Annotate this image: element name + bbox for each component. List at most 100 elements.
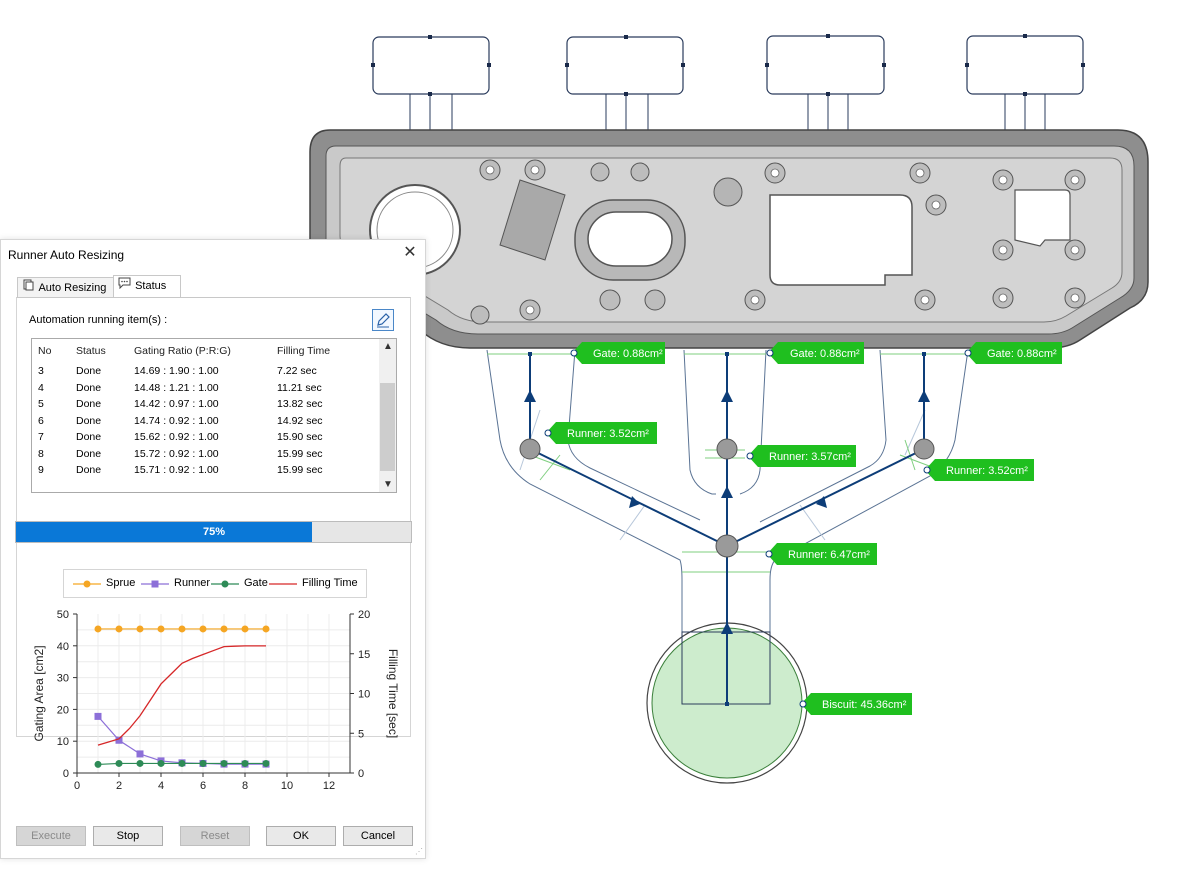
svg-text:Runner: 3.52cm²: Runner: 3.52cm² [946,465,1028,477]
data-point-gate [178,759,186,767]
tab-status[interactable]: Status [113,275,181,299]
table-row[interactable]: 9 Done 15.71 : 0.92 : 1.00 15.99 sec [32,462,378,478]
progress-text: 75% [202,526,226,538]
x-tick-label: 12 [323,780,335,792]
runner-label-right[interactable]: Runner: 3.52cm² [923,459,1034,481]
y-tick-label-left: 30 [57,673,69,685]
y-tick-label-right: 15 [358,649,370,661]
pencil-icon [377,313,390,328]
running-items-label: Automation running item(s) : [29,314,168,326]
data-point-runner [115,736,123,744]
data-point-sprue [220,625,228,633]
close-icon[interactable]: ✕ [401,244,419,262]
y-tick-label-left: 0 [63,768,69,780]
execute-button[interactable]: Execute [16,826,86,846]
cell-time: 15.90 sec [277,431,323,443]
resize-grip-icon[interactable]: ⋰ [415,847,423,856]
overflow-connectors [409,94,1046,130]
data-point-gate [136,759,144,767]
y-axis-label-right: Filling Time [sec] [386,649,400,738]
data-point-gate [262,759,270,767]
legend-label-filling-time: Filling Time [302,577,358,589]
chevron-down-icon[interactable]: ▼ [383,479,393,490]
col-header-filling-time[interactable]: Filling Time [277,345,330,357]
data-point-gate [115,759,123,767]
x-tick-label: 0 [74,780,80,792]
col-header-gating-ratio[interactable]: Gating Ratio (P:R:G) [134,345,231,357]
svg-text:Runner: 3.57cm²: Runner: 3.57cm² [769,451,851,463]
data-point-sprue [157,625,165,633]
data-point-gate [199,759,207,767]
tab-auto-resizing[interactable]: Auto Resizing [17,277,119,298]
data-point-gate [220,759,228,767]
gate-label-2[interactable]: Gate: 0.88cm² [766,342,864,364]
data-point-sprue [136,625,144,633]
data-point-gate [157,759,165,767]
col-header-no[interactable]: No [38,345,51,357]
chevron-up-icon[interactable]: ▲ [383,341,393,352]
cell-ratio: 14.74 : 0.92 : 1.00 [134,414,219,427]
data-point-runner [136,750,144,758]
col-header-status[interactable]: Status [76,345,106,357]
svg-text:Runner: 3.52cm²: Runner: 3.52cm² [567,428,649,440]
edit-button[interactable] [372,309,394,331]
gate-label-3[interactable]: Gate: 0.88cm² [964,342,1062,364]
table-row[interactable]: 4 Done 14.48 : 1.21 : 1.00 11.21 sec [32,380,378,396]
cell-ratio: 15.62 : 0.92 : 1.00 [134,431,219,443]
y-tick-label-right: 5 [358,728,364,740]
cell-status: Done [76,431,102,443]
data-point-gate [94,760,102,768]
biscuit-label[interactable]: Biscuit: 45.36cm² [799,693,912,715]
data-point-gate [241,759,249,767]
data-point-runner [94,712,102,720]
legend-label-runner: Runner [174,577,211,589]
table-row[interactable]: 5 Done 14.42 : 0.97 : 1.00 13.82 sec [32,396,378,412]
cell-ratio: 15.71 : 0.92 : 1.00 [134,464,219,476]
svg-text:Runner: 6.47cm²: Runner: 6.47cm² [788,549,870,561]
progress-bar: 75% [15,521,412,543]
data-point-sprue [199,625,207,633]
y-axis-label-left: Gating Area [cm2] [32,645,46,741]
legend-label-gate: Gate [244,577,268,589]
data-point-sprue [262,625,270,633]
cell-time: 15.99 sec [277,464,323,476]
x-tick-label: 8 [242,780,248,792]
chart-legend: Sprue Runner Gate Filling Time [63,569,367,598]
tab-status-label: Status [135,280,167,292]
cell-status: Done [76,464,102,476]
x-tick-label: 10 [281,780,293,792]
svg-text:Biscuit: 45.36cm²: Biscuit: 45.36cm² [822,699,907,711]
table-row[interactable]: 7 Done 15.62 : 0.92 : 1.00 15.90 sec [32,429,378,445]
data-point-sprue [115,625,123,633]
stop-button[interactable]: Stop [93,826,163,846]
status-list[interactable]: No Status Gating Ratio (P:R:G) Filling T… [31,338,397,493]
gate-label-1[interactable]: Gate: 0.88cm² [570,342,665,364]
cell-no: 9 [38,464,44,476]
reset-button[interactable]: Reset [180,826,250,846]
svg-text:Gate: 0.88cm²: Gate: 0.88cm² [790,348,860,360]
y-tick-label-left: 50 [57,609,69,621]
y-tick-label-left: 40 [57,641,69,653]
runner-label-left[interactable]: Runner: 3.52cm² [544,422,657,444]
cell-time: 11.21 sec [277,381,322,394]
runner-label-center[interactable]: Runner: 3.57cm² [746,445,856,467]
list-scrollbar[interactable]: ▲ ▼ [379,339,396,492]
runner-label-main[interactable]: Runner: 6.47cm² [765,543,877,565]
x-tick-label: 4 [158,780,164,792]
table-row[interactable]: 8 Done 15.72 : 0.92 : 1.00 15.99 sec [32,446,378,462]
ok-button[interactable]: OK [266,826,336,846]
svg-text:Gate: 0.88cm²: Gate: 0.88cm² [987,348,1057,360]
cell-no: 4 [38,381,44,394]
cell-no: 7 [38,431,44,443]
table-row[interactable]: 3 Done 14.69 : 1.90 : 1.00 7.22 sec [32,363,378,379]
gating-area-chart: 0 2 4 6 8 10 12 0 10 20 30 40 50 0 5 10 15 20 Gating Area … [32,609,400,792]
cell-status: Done [76,365,102,377]
cell-no: 5 [38,398,44,410]
table-row[interactable]: 6 Done 14.74 : 0.92 : 1.00 14.92 sec [32,413,378,429]
x-tick-label: 2 [116,780,122,792]
cell-no: 8 [38,447,44,460]
scrollbar-thumb[interactable] [380,383,395,471]
cancel-button[interactable]: Cancel [343,826,413,846]
cell-status: Done [76,447,102,460]
cell-time: 7.22 sec [277,365,317,377]
